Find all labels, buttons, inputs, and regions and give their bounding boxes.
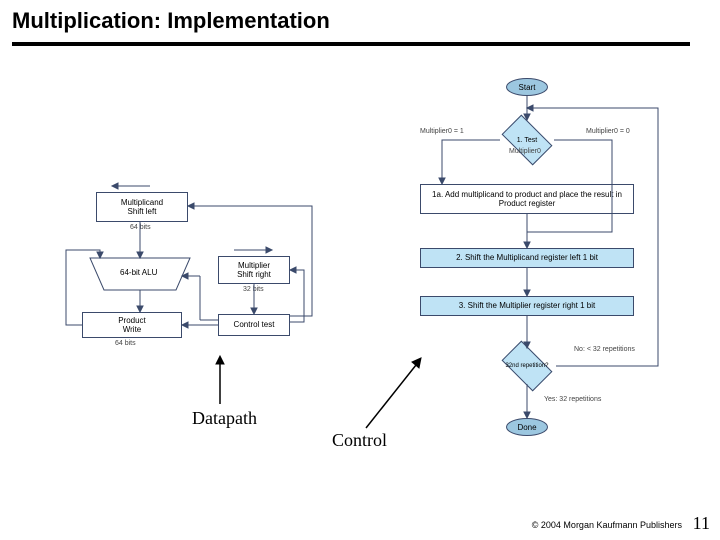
- alu-label: 64-bit ALU: [120, 268, 157, 277]
- page-number: 11: [693, 513, 710, 534]
- step-3-text: 3. Shift the Multiplier register right 1…: [459, 301, 596, 310]
- test-title: 1. Test: [517, 137, 538, 144]
- slide-title: Multiplication: Implementation: [12, 8, 330, 34]
- shift-right-label: Shift right: [237, 270, 271, 279]
- product-register: Product Write: [82, 312, 182, 338]
- step-1a-box: 1a. Add multiplicand to product and plac…: [420, 184, 634, 214]
- product-label: Product: [118, 316, 146, 325]
- copyright-footer: © 2004 Morgan Kaufmann Publishers: [532, 520, 682, 530]
- branch-eq1-label: Multiplier0 = 1: [420, 128, 464, 135]
- branch-eq0-label: Multiplier0 = 0: [586, 128, 630, 135]
- bits-64-a: 64 bits: [130, 224, 151, 231]
- multiplicand-register: Multiplicand Shift left: [96, 192, 188, 222]
- multiplier-label: Multiplier: [238, 261, 270, 270]
- control-test-block: Control test: [218, 314, 290, 336]
- rep-yes-label: Yes: 32 repetitions: [544, 396, 601, 403]
- step-2-text: 2. Shift the Multiplicand register left …: [456, 253, 598, 262]
- repetition-decision: 32nd repetition?: [496, 346, 558, 386]
- bits-32: 32 bits: [243, 286, 264, 293]
- write-label: Write: [123, 325, 142, 334]
- multiplier-register: Multiplier Shift right: [218, 256, 290, 284]
- shift-left-label: Shift left: [128, 207, 157, 216]
- test-subtitle: Multiplier0: [509, 148, 541, 155]
- connector-lines: [0, 0, 720, 540]
- datapath-annotation: Datapath: [192, 408, 257, 429]
- step-1a-text: 1a. Add multiplicand to product and plac…: [424, 190, 630, 208]
- start-label: Start: [519, 83, 536, 92]
- start-node: Start: [506, 78, 548, 96]
- repetition-label: 32nd repetition?: [505, 363, 548, 369]
- control-test-label: Control test: [234, 320, 275, 329]
- step-3-box: 3. Shift the Multiplier register right 1…: [420, 296, 634, 316]
- bits-64-b: 64 bits: [115, 340, 136, 347]
- done-label: Done: [517, 423, 536, 432]
- step-2-box: 2. Shift the Multiplicand register left …: [420, 248, 634, 268]
- rep-no-label: No: < 32 repetitions: [574, 346, 635, 353]
- control-annotation: Control: [332, 430, 387, 451]
- title-rule: [12, 42, 690, 46]
- done-node: Done: [506, 418, 548, 436]
- multiplicand-label: Multiplicand: [121, 198, 163, 207]
